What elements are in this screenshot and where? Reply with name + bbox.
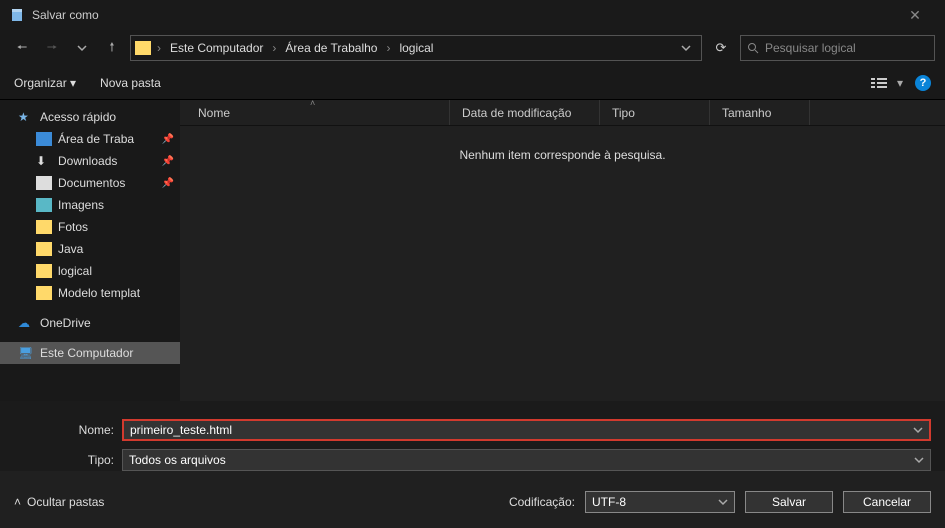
document-icon [36,176,52,190]
sidebar-item-documents[interactable]: Documentos📌 [0,172,180,194]
encoding-label: Codificação: [509,495,575,509]
column-modified[interactable]: Data de modificação [450,100,600,125]
star-icon: ★ [18,110,34,124]
sidebar-this-pc[interactable]: 🖥Este Computador [0,342,180,364]
search-icon [747,42,759,54]
pin-icon: 📌 [162,178,174,189]
sidebar-item-desktop[interactable]: Área de Traba📌 [0,128,180,150]
sidebar-quick-access[interactable]: ★Acesso rápido [0,106,180,128]
chevron-down-icon [718,497,728,507]
hide-folders-button[interactable]: ˄Ocultar pastas [14,495,104,509]
recent-dropdown[interactable] [70,36,94,60]
images-icon [36,198,52,212]
footer: ˄Ocultar pastas Codificação: UTF-8 Salva… [0,479,945,525]
pin-icon: 📌 [162,156,174,167]
folder-icon [36,242,52,256]
chevron-right-icon[interactable]: › [155,41,163,55]
column-size[interactable]: Tamanho [710,100,810,125]
breadcrumb-segment[interactable]: Área de Trabalho [282,41,380,55]
up-button[interactable]: 🠕 [100,36,124,60]
organize-menu[interactable]: Organizar ▾ [14,76,76,90]
address-bar[interactable]: › Este Computador › Área de Trabalho › l… [130,35,702,61]
empty-message: Nenhum item corresponde à pesquisa. [180,148,945,162]
sidebar-item-images[interactable]: Imagens [0,194,180,216]
search-placeholder: Pesquisar logical [765,41,856,55]
folder-icon [36,264,52,278]
back-button[interactable]: 🠔 [10,36,34,60]
sidebar-item-fotos[interactable]: Fotos [0,216,180,238]
column-headers: ˄ Nome Data de modificação Tipo Tamanho [180,100,945,126]
chevron-right-icon[interactable]: › [384,41,392,55]
chevron-down-icon[interactable] [913,425,923,435]
save-button[interactable]: Salvar [745,491,833,513]
forward-button[interactable]: 🠖 [40,36,64,60]
file-list: ˄ Nome Data de modificação Tipo Tamanho … [180,100,945,401]
column-type[interactable]: Tipo [600,100,710,125]
window-title: Salvar como [32,8,895,22]
sidebar-item-java[interactable]: Java [0,238,180,260]
sidebar-item-downloads[interactable]: ⬇Downloads📌 [0,150,180,172]
chevron-down-icon[interactable] [675,43,697,53]
download-icon: ⬇ [36,154,52,168]
sidebar-onedrive[interactable]: ☁OneDrive [0,312,180,334]
filename-label: Nome: [14,423,122,437]
desktop-icon [36,132,52,146]
folder-icon [135,41,151,55]
cancel-button[interactable]: Cancelar [843,491,931,513]
sidebar-item-logical[interactable]: logical [0,260,180,282]
new-folder-button[interactable]: Nova pasta [100,76,161,90]
view-options-button[interactable]: ▾ [871,76,903,90]
help-button[interactable]: ? [915,75,931,91]
toolbar: Organizar ▾ Nova pasta ▾ ? [0,66,945,100]
folder-icon [36,286,52,300]
sidebar: ★Acesso rápido Área de Traba📌 ⬇Downloads… [0,100,180,401]
search-input[interactable]: Pesquisar logical [740,35,935,61]
chevron-up-icon: ˄ [14,495,21,509]
sidebar-item-template[interactable]: Modelo templat [0,282,180,304]
chevron-down-icon[interactable] [914,455,924,465]
breadcrumb-segment[interactable]: Este Computador [167,41,266,55]
filetype-label: Tipo: [14,453,122,467]
pc-icon: 🖥 [18,346,34,360]
encoding-select[interactable]: UTF-8 [585,491,735,513]
pin-icon: 📌 [162,134,174,145]
sort-indicator-icon: ˄ [310,98,315,108]
onedrive-icon: ☁ [18,316,34,330]
chevron-right-icon[interactable]: › [270,41,278,55]
filename-input[interactable]: primeiro_teste.html [122,419,931,441]
nav-bar: 🠔 🠖 🠕 › Este Computador › Área de Trabal… [0,30,945,66]
breadcrumb-segment[interactable]: logical [396,41,436,55]
refresh-button[interactable]: ⟳ [708,40,734,56]
notepad-icon [10,8,24,22]
folder-icon [36,220,52,234]
filetype-select[interactable]: Todos os arquivos [122,449,931,471]
title-bar: Salvar como ✕ [0,0,945,30]
close-icon[interactable]: ✕ [895,7,935,24]
form-area: Nome: primeiro_teste.html Tipo: Todos os… [0,401,945,471]
